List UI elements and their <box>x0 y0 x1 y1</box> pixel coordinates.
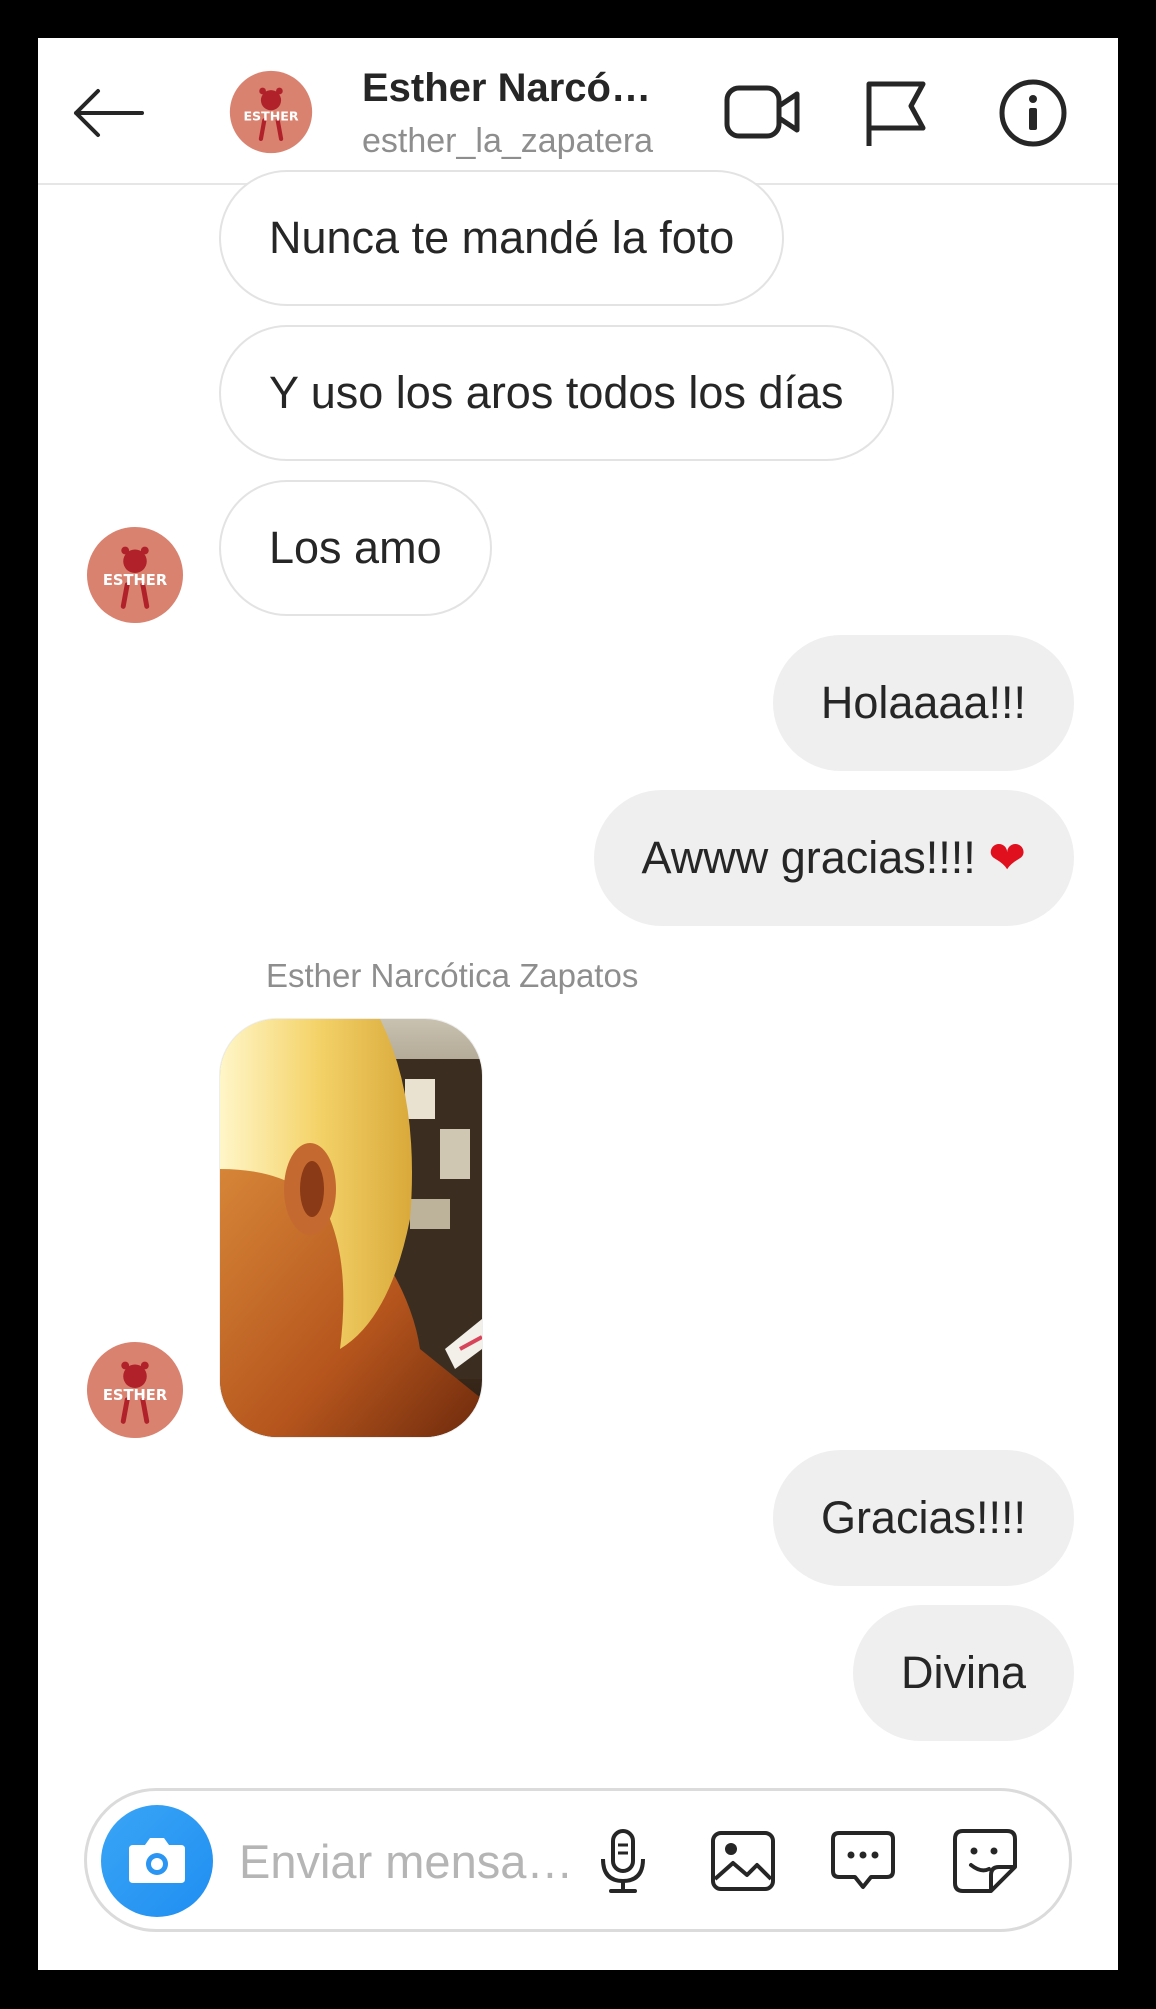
esther-logo-icon: ESTHER <box>229 70 313 154</box>
info-icon <box>999 79 1067 147</box>
outgoing-message[interactable]: Gracias!!!! <box>772 1450 1074 1586</box>
contact-avatar-small[interactable]: ESTHER <box>86 526 184 624</box>
heart-emoji-icon: ❤ <box>988 832 1026 883</box>
photo-image <box>220 1019 482 1437</box>
svg-text:ESTHER: ESTHER <box>243 108 298 123</box>
message-input[interactable] <box>237 1825 571 1897</box>
back-arrow-icon <box>74 89 144 137</box>
info-button[interactable] <box>998 78 1068 148</box>
incoming-message[interactable]: Y uso los aros todos los días <box>219 325 894 461</box>
photo-message[interactable] <box>219 1018 483 1438</box>
incoming-message[interactable]: Los amo <box>219 480 492 616</box>
camera-icon <box>129 1838 185 1883</box>
quick-reply-button[interactable] <box>827 1825 899 1897</box>
sender-name: Esther Narcótica Zapatos <box>266 957 639 994</box>
svg-text:ESTHER: ESTHER <box>103 572 168 589</box>
voice-message-button[interactable] <box>587 1825 659 1897</box>
outgoing-message[interactable]: Awww gracias!!!! ❤ <box>593 790 1074 926</box>
gallery-icon <box>711 1831 775 1891</box>
contact-name[interactable]: Esther Narcó… <box>362 66 651 111</box>
gallery-button[interactable] <box>707 1825 779 1897</box>
back-button[interactable] <box>68 83 148 143</box>
report-button[interactable] <box>863 78 929 148</box>
contact-username[interactable]: esther_la_zapatera <box>362 122 653 161</box>
chat-screen: ESTHER Esther Narcó… esther_la_zapatera … <box>38 38 1118 1970</box>
svg-text:ESTHER: ESTHER <box>103 1387 168 1404</box>
flag-icon <box>866 81 926 146</box>
quick-reply-icon <box>831 1831 895 1889</box>
message-composer <box>84 1788 1072 1932</box>
chat-header: ESTHER Esther Narcó… esther_la_zapatera <box>38 38 1118 185</box>
microphone-icon <box>601 1829 645 1893</box>
sticker-icon <box>953 1829 1017 1893</box>
video-call-icon <box>724 85 800 139</box>
video-call-button[interactable] <box>723 80 803 144</box>
incoming-message[interactable]: Nunca te mandé la foto <box>219 170 785 306</box>
sticker-button[interactable] <box>949 1825 1021 1897</box>
contact-avatar[interactable]: ESTHER <box>229 70 313 154</box>
outgoing-message[interactable]: Holaaaa!!! <box>772 635 1074 771</box>
outgoing-message[interactable]: Divina <box>852 1605 1074 1741</box>
contact-avatar-small[interactable]: ESTHER <box>86 1341 184 1439</box>
camera-button[interactable] <box>101 1805 213 1917</box>
